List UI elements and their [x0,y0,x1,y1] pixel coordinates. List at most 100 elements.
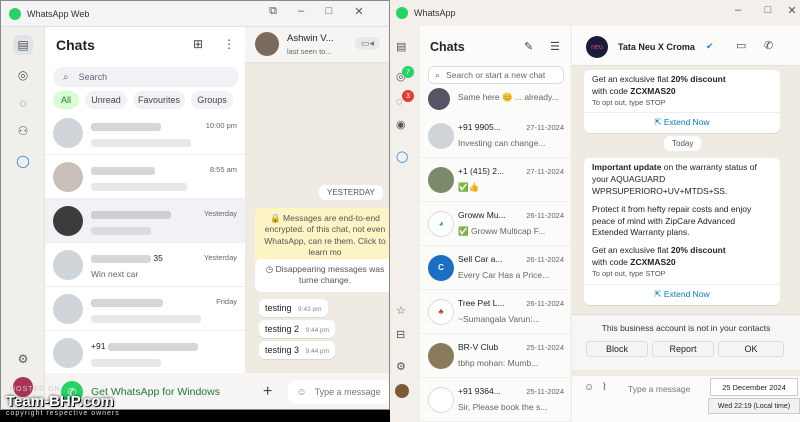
report-button[interactable]: Report [652,341,714,357]
emoji-icon[interactable]: ☺ [296,387,306,398]
avatar: neu [586,36,608,58]
list-item[interactable]: C Sell Car a... 26-11-2024 Every Car Has… [420,246,570,290]
chats-title: Chats [56,37,95,53]
new-chat-icon[interactable]: ✎ [524,40,533,53]
list-item[interactable]: +91 9364... 25-11-2024 Sir, Please book … [420,378,570,422]
message-input[interactable]: ☺ Type a message [288,380,389,404]
message-text: testing 2 [265,324,300,334]
list-item[interactable]: BR-V Club 25-11-2024 tbhp mohan: Mumb... [420,334,570,378]
message-bubble[interactable]: testing 2 9:44 pm [259,320,336,338]
list-item[interactable]: Yesterday [45,199,245,243]
message-bold: 20% discount [670,245,726,256]
filter-groups[interactable]: Groups [191,91,233,109]
chat-preview: Same here 😊 ... already... [458,92,559,102]
settings-icon[interactable]: ⚙ [396,360,406,373]
avatar: C [428,254,454,281]
minimize-button[interactable]: – [728,4,748,16]
filter-favourites[interactable]: Favourites [133,91,185,109]
attach-icon[interactable]: ⌇ [602,382,607,393]
message-time: 9:43 pm [298,306,322,313]
window-title: WhatsApp [414,8,456,18]
list-item[interactable]: +91 9905... 27-11-2024 Investing can cha… [420,114,570,158]
status-icon[interactable]: ◎ [13,65,33,85]
chat-preview: ~Sumangala Varun:... [458,314,540,324]
chats-icon[interactable]: ▤ [13,35,33,55]
filter-unread[interactable]: Unread [85,91,127,109]
filter-all[interactable]: All [53,91,79,109]
attach-icon[interactable]: + [263,383,272,401]
chat-preview: Win next car [91,269,139,279]
extend-now-label: Extend Now [663,288,710,299]
list-item[interactable]: +91 [45,331,245,375]
avatar [428,88,450,110]
list-item[interactable]: Same here 😊 ... already... [420,88,570,110]
search-icon: ⌕ [63,71,69,83]
message-bubble[interactable]: Important update on the warranty status … [584,158,780,305]
meta-ai-icon[interactable]: ◯ [13,151,33,171]
filter-icon[interactable]: ☰ [550,40,560,53]
channels-icon[interactable]: ◌ [13,93,33,113]
list-item[interactable]: 10:00 pm [45,111,245,155]
chat-time: Yesterday [203,253,237,262]
maximize-button[interactable]: □ [319,5,339,17]
settings-icon[interactable]: ⚙ [13,349,33,369]
encryption-notice[interactable]: 🔒 Messages are end-to-end encrypted. of … [255,208,389,264]
close-button[interactable]: ✕ [349,5,369,18]
ok-button[interactable]: OK [718,341,784,357]
list-item[interactable]: 8:55 am [45,155,245,199]
minimize-button[interactable]: – [291,5,311,17]
optout-text: To opt out, type STOP [592,269,666,279]
new-chat-icon[interactable]: ⊞ [193,37,203,51]
hosted-label: HOSTED ON [10,386,61,393]
chat-name-fragment: +91 [91,341,106,351]
list-item[interactable]: Friday [45,287,245,331]
chat-preview: Every Car Has a Price... [458,270,550,280]
menu-icon[interactable]: ⋮ [223,37,235,51]
verified-icon: ✔ [706,41,714,51]
extend-now-button[interactable]: ⇱ Extend Now [584,112,780,133]
search-input[interactable]: ⌕ Search [53,67,239,87]
emoji-icon[interactable]: ☺ [584,382,594,393]
extend-now-button[interactable]: ⇱ Extend Now [584,283,780,305]
avatar [255,32,279,56]
communities-icon[interactable]: ⚇ [13,121,33,141]
chat-time: 26-11-2024 [526,255,564,264]
conversation-header[interactable]: neu Tata Neu X Croma ✔ ▭ ✆ [572,26,800,66]
message-bubble[interactable]: testing 3 9:44 pm [259,341,336,359]
chat-name: Groww Mu... [458,210,506,220]
video-call-icon[interactable]: ▭◂ [355,37,381,50]
whatsapp-desktop-window: WhatsApp – □ ✕ ▤ ◎ 7 ◌ 3 ◉ ◯ ☆ ⊟ ⚙ Chats… [390,0,800,422]
message-text: with code [592,85,631,96]
voice-call-icon[interactable]: ✆ [764,39,773,52]
message-input[interactable]: Type a message [628,384,690,394]
meta-ai-icon[interactable]: ◯ [396,150,408,163]
compose-bar: + ☺ Type a message [245,373,389,409]
search-input[interactable]: ⌕ Search or start a new chat [428,66,564,84]
avatar [428,386,454,413]
video-call-icon[interactable]: ▭ [736,39,746,52]
timer-icon: ◷ [265,264,274,274]
optout-text: To opt out, type STOP [592,97,666,107]
close-button[interactable]: ✕ [782,4,800,17]
profile-avatar[interactable] [395,384,409,398]
extension-icon[interactable]: ⧉ [263,5,283,18]
list-item[interactable]: ♣ Tree Pet L... 26-11-2024 ~Sumangala Va… [420,290,570,334]
chat-preview: Sir, Please book the s... [458,402,548,412]
list-item[interactable]: +1 (415) 2... 27-11-2024 ✅👍 [420,158,570,202]
starred-icon[interactable]: ☆ [396,304,406,317]
encryption-text: Messages are end-to-end encrypted. of th… [264,213,386,258]
chats-icon[interactable]: ▤ [396,40,406,53]
list-item[interactable]: ◕ Groww Mu... 26-11-2024 ✅ Groww Multica… [420,202,570,246]
avatar [53,117,83,148]
block-button[interactable]: Block [586,341,648,357]
communities-icon[interactable]: ◉ [396,118,406,131]
chat-time: 26-11-2024 [526,211,564,220]
maximize-button[interactable]: □ [758,4,778,16]
chat-list-panel: Chats ⊞ ⋮ ⌕ Search All Unread Favourites… [45,27,245,409]
list-item[interactable]: 35 Win next car Yesterday [45,243,245,287]
disappearing-text: Disappearing messages was turne change. [275,264,385,286]
message-bubble[interactable]: testing 9:43 pm [259,299,328,317]
conversation-header[interactable]: Ashwin V... last seen to... ▭◂ [245,27,389,63]
message-bubble[interactable]: Get an exclusive flat 20% discount with … [584,70,780,134]
archive-icon[interactable]: ⊟ [396,328,405,341]
